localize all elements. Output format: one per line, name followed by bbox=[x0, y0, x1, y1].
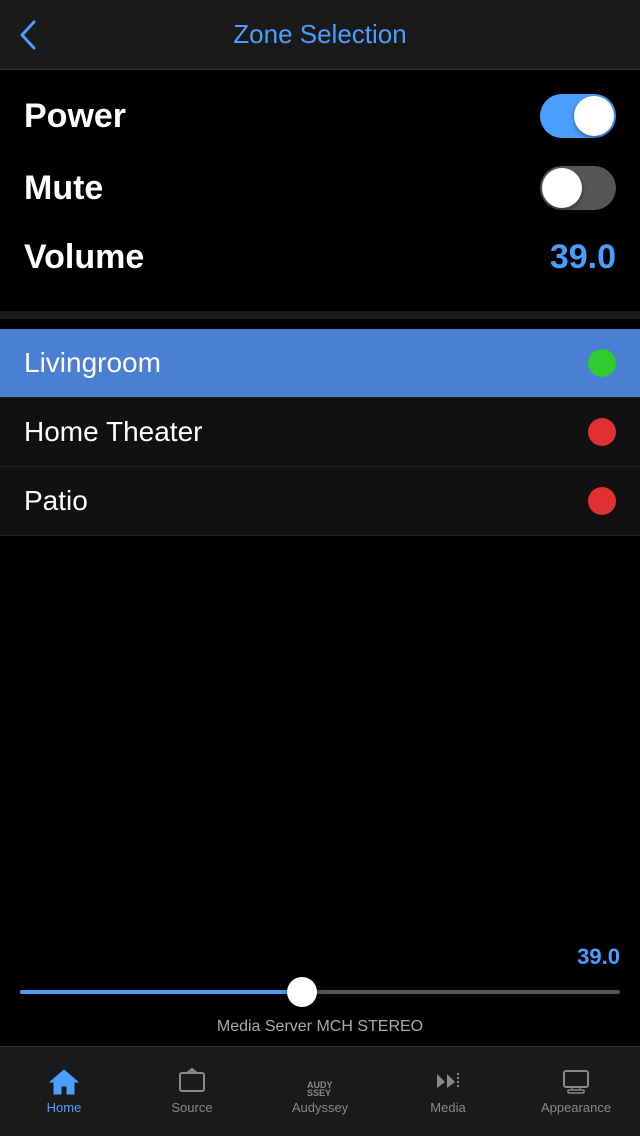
appearance-icon bbox=[561, 1068, 591, 1096]
svg-text:SSEY: SSEY bbox=[307, 1088, 331, 1096]
page-title: Zone Selection bbox=[233, 19, 406, 50]
tab-source-label: Source bbox=[171, 1100, 212, 1115]
zone-name-livingroom: Livingroom bbox=[24, 347, 161, 379]
bottom-volume-value: 39.0 bbox=[20, 944, 620, 970]
mute-row: Mute bbox=[24, 152, 616, 224]
source-icon bbox=[177, 1068, 207, 1096]
mute-toggle[interactable] bbox=[540, 166, 616, 210]
zone-item-livingroom[interactable]: Livingroom bbox=[0, 329, 640, 398]
tab-appearance-label: Appearance bbox=[541, 1100, 611, 1115]
section-divider bbox=[0, 311, 640, 319]
status-dot-patio bbox=[588, 487, 616, 515]
status-dot-livingroom bbox=[588, 349, 616, 377]
volume-slider[interactable] bbox=[20, 974, 620, 1010]
zone-list: Livingroom Home Theater Patio bbox=[0, 329, 640, 536]
power-toggle[interactable] bbox=[540, 94, 616, 138]
source-info: Media Server MCH STEREO bbox=[20, 1018, 620, 1036]
media-icon bbox=[433, 1068, 463, 1096]
tab-home[interactable]: Home bbox=[0, 1047, 128, 1136]
tab-audyssey-label: Audyssey bbox=[292, 1100, 348, 1115]
zone-name-patio: Patio bbox=[24, 485, 88, 517]
tab-source[interactable]: Source bbox=[128, 1047, 256, 1136]
home-icon bbox=[49, 1068, 79, 1096]
volume-label: Volume bbox=[24, 238, 144, 277]
mute-toggle-knob bbox=[542, 168, 582, 208]
tab-home-label: Home bbox=[47, 1100, 82, 1115]
controls-section: Power Mute Volume 39.0 bbox=[0, 70, 640, 311]
audyssey-icon: AUDY SSEY bbox=[305, 1068, 335, 1096]
mute-label: Mute bbox=[24, 169, 103, 208]
power-label: Power bbox=[24, 97, 126, 136]
slider-thumb bbox=[287, 977, 317, 1007]
volume-value: 39.0 bbox=[550, 238, 616, 277]
status-dot-home-theater bbox=[588, 418, 616, 446]
slider-track bbox=[20, 990, 620, 994]
power-row: Power bbox=[24, 80, 616, 152]
slider-fill bbox=[20, 990, 302, 994]
tab-audyssey[interactable]: AUDY SSEY Audyssey bbox=[256, 1047, 384, 1136]
tab-bar: Home Source AUDY SSEY Audyssey Media bbox=[0, 1046, 640, 1136]
back-button[interactable] bbox=[16, 18, 40, 52]
tab-media-label: Media bbox=[430, 1100, 465, 1115]
power-toggle-knob bbox=[574, 96, 614, 136]
header: Zone Selection bbox=[0, 0, 640, 70]
bottom-volume-section: 39.0 Media Server MCH STEREO bbox=[0, 934, 640, 1036]
volume-row: Volume 39.0 bbox=[24, 224, 616, 291]
zone-item-home-theater[interactable]: Home Theater bbox=[0, 398, 640, 467]
zone-name-home-theater: Home Theater bbox=[24, 416, 202, 448]
tab-appearance[interactable]: Appearance bbox=[512, 1047, 640, 1136]
zone-item-patio[interactable]: Patio bbox=[0, 467, 640, 536]
tab-media[interactable]: Media bbox=[384, 1047, 512, 1136]
